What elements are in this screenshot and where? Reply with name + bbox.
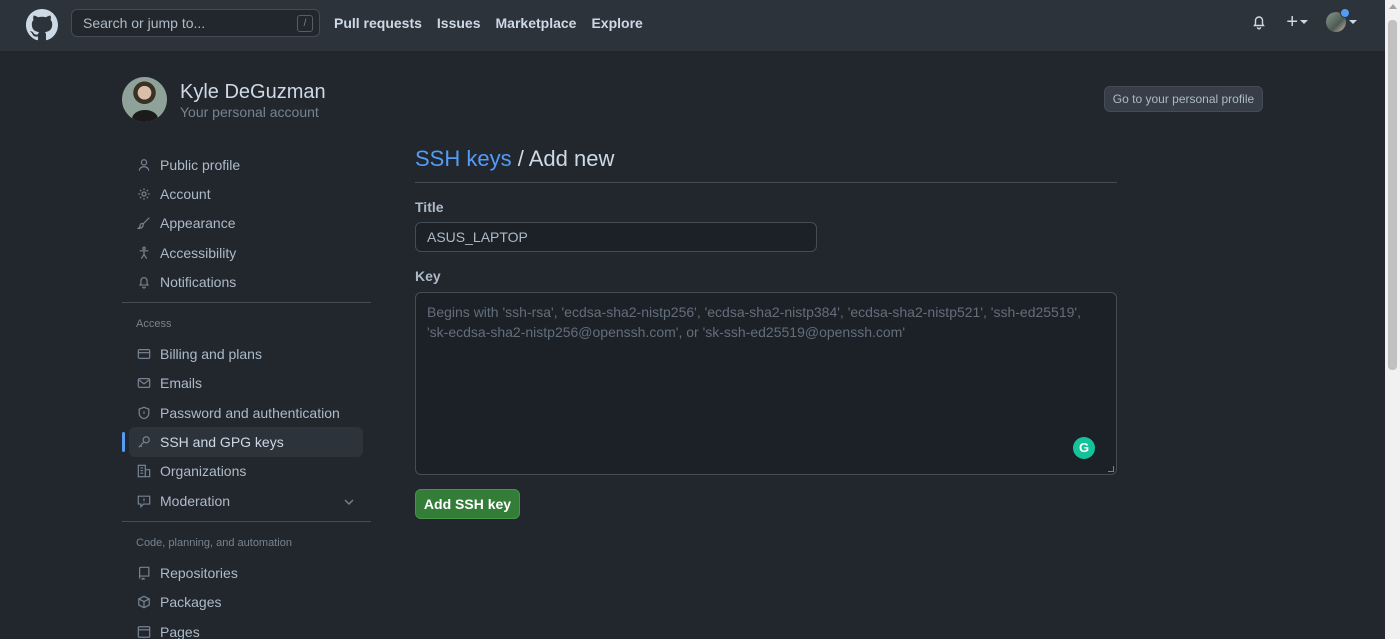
github-logo-icon[interactable] [26, 9, 58, 41]
breadcrumb-ssh-keys-link[interactable]: SSH keys [415, 146, 512, 171]
sidebar-item-label: Moderation [160, 492, 231, 509]
organization-icon [136, 463, 152, 479]
status-dot [1340, 8, 1350, 18]
accessibility-icon [136, 245, 152, 261]
sidebar-item-moderation[interactable]: Moderation [122, 486, 371, 515]
sidebar-item-label: Public profile [160, 156, 241, 173]
account-context: Kyle DeGuzman Your personal account [122, 77, 326, 122]
resize-handle-icon[interactable] [1108, 466, 1114, 472]
key-placeholder: Begins with 'ssh-rsa', 'ecdsa-sha2-nistp… [427, 304, 1081, 340]
nav-pull-requests[interactable]: Pull requests [334, 15, 422, 31]
sidebar-item-repositories[interactable]: Repositories [122, 558, 371, 587]
page-title-rest: / Add new [511, 146, 615, 171]
user-menu-dropdown[interactable] [1326, 8, 1357, 32]
report-icon [136, 493, 152, 509]
settings-sidebar: Public profile Account Appearance Access… [122, 150, 371, 639]
nav-marketplace[interactable]: Marketplace [496, 15, 577, 31]
credit-card-icon [136, 346, 152, 362]
account-subtitle: Your personal account [180, 103, 319, 120]
create-new-dropdown[interactable]: + [1286, 12, 1308, 32]
plus-icon: + [1286, 11, 1298, 33]
sidebar-item-organizations[interactable]: Organizations [122, 457, 371, 486]
search-input[interactable]: Search or jump to... / [71, 9, 320, 37]
top-nav: Pull requests Issues Marketplace Explore [334, 15, 643, 31]
sidebar-item-label: Account [160, 185, 211, 202]
search-shortcut-key: / [297, 15, 313, 32]
page-scrollbar[interactable] [1385, 0, 1400, 639]
mail-icon [136, 375, 152, 391]
sidebar-item-packages[interactable]: Packages [122, 588, 371, 617]
sidebar-section-access: Access [136, 318, 172, 331]
key-textarea[interactable]: Begins with 'ssh-rsa', 'ecdsa-sha2-nistp… [415, 292, 1117, 475]
sidebar-item-account[interactable]: Account [122, 179, 371, 208]
nav-issues[interactable]: Issues [437, 15, 481, 31]
sidebar-item-label: Appearance [160, 215, 236, 232]
sidebar-item-label: SSH and GPG keys [160, 434, 284, 451]
sidebar-item-password-auth[interactable]: Password and authentication [122, 398, 371, 427]
sidebar-item-label: Emails [160, 375, 203, 392]
page-title: SSH keys / Add new [415, 146, 1117, 183]
sidebar-divider [122, 521, 371, 523]
package-icon [136, 594, 152, 610]
repo-icon [136, 565, 152, 581]
sidebar-item-label: Accessibility [160, 244, 237, 261]
key-label: Key [415, 268, 441, 284]
sidebar-item-label: Packages [160, 594, 222, 611]
gear-icon [136, 186, 152, 202]
chevron-down-icon [1349, 20, 1357, 24]
avatar [1326, 8, 1350, 32]
bell-icon[interactable] [1250, 12, 1268, 32]
bell-icon [136, 274, 152, 290]
go-to-profile-button[interactable]: Go to your personal profile [1104, 86, 1263, 112]
sidebar-section-code: Code, planning, and automation [136, 537, 292, 550]
key-icon [136, 434, 152, 450]
scroll-up-arrow-icon[interactable] [1389, 4, 1397, 9]
account-name[interactable]: Kyle DeGuzman [180, 80, 326, 104]
sidebar-item-label: Repositories [160, 564, 238, 581]
sidebar-item-label: Organizations [160, 463, 247, 480]
sidebar-item-emails[interactable]: Emails [122, 369, 371, 398]
sidebar-item-ssh-gpg-keys[interactable]: SSH and GPG keys [122, 427, 363, 457]
title-label: Title [415, 199, 444, 215]
paintbrush-icon [136, 215, 152, 231]
nav-explore[interactable]: Explore [591, 15, 642, 31]
browser-icon [136, 624, 152, 639]
title-field[interactable]: ASUS_LAPTOP [415, 222, 817, 252]
search-placeholder: Search or jump to... [83, 15, 206, 31]
sidebar-item-label: Billing and plans [160, 346, 262, 363]
header-actions: + [1250, 8, 1357, 32]
scrollbar-thumb[interactable] [1388, 20, 1397, 370]
sidebar-item-label: Password and authentication [160, 404, 340, 421]
shield-lock-icon [136, 405, 152, 421]
sidebar-divider [122, 302, 371, 304]
main-content: SSH keys / Add new Title ASUS_LAPTOP Key… [415, 146, 1117, 519]
person-icon [136, 157, 152, 173]
sidebar-item-label: Notifications [160, 273, 237, 290]
sidebar-item-billing[interactable]: Billing and plans [122, 339, 371, 368]
grammarly-icon[interactable]: G [1073, 437, 1095, 459]
sidebar-item-public-profile[interactable]: Public profile [122, 150, 371, 179]
add-ssh-key-button[interactable]: Add SSH key [415, 489, 520, 519]
sidebar-item-pages[interactable]: Pages [122, 617, 371, 639]
title-field-value: ASUS_LAPTOP [427, 229, 528, 245]
avatar [122, 77, 167, 122]
sidebar-item-accessibility[interactable]: Accessibility [122, 238, 371, 267]
top-header: Search or jump to... / Pull requests Iss… [0, 0, 1385, 51]
sidebar-item-appearance[interactable]: Appearance [122, 209, 371, 238]
sidebar-item-label: Pages [160, 623, 200, 639]
sidebar-item-notifications[interactable]: Notifications [122, 267, 371, 296]
chevron-down-icon[interactable] [343, 495, 355, 511]
chevron-down-icon [1300, 20, 1308, 24]
